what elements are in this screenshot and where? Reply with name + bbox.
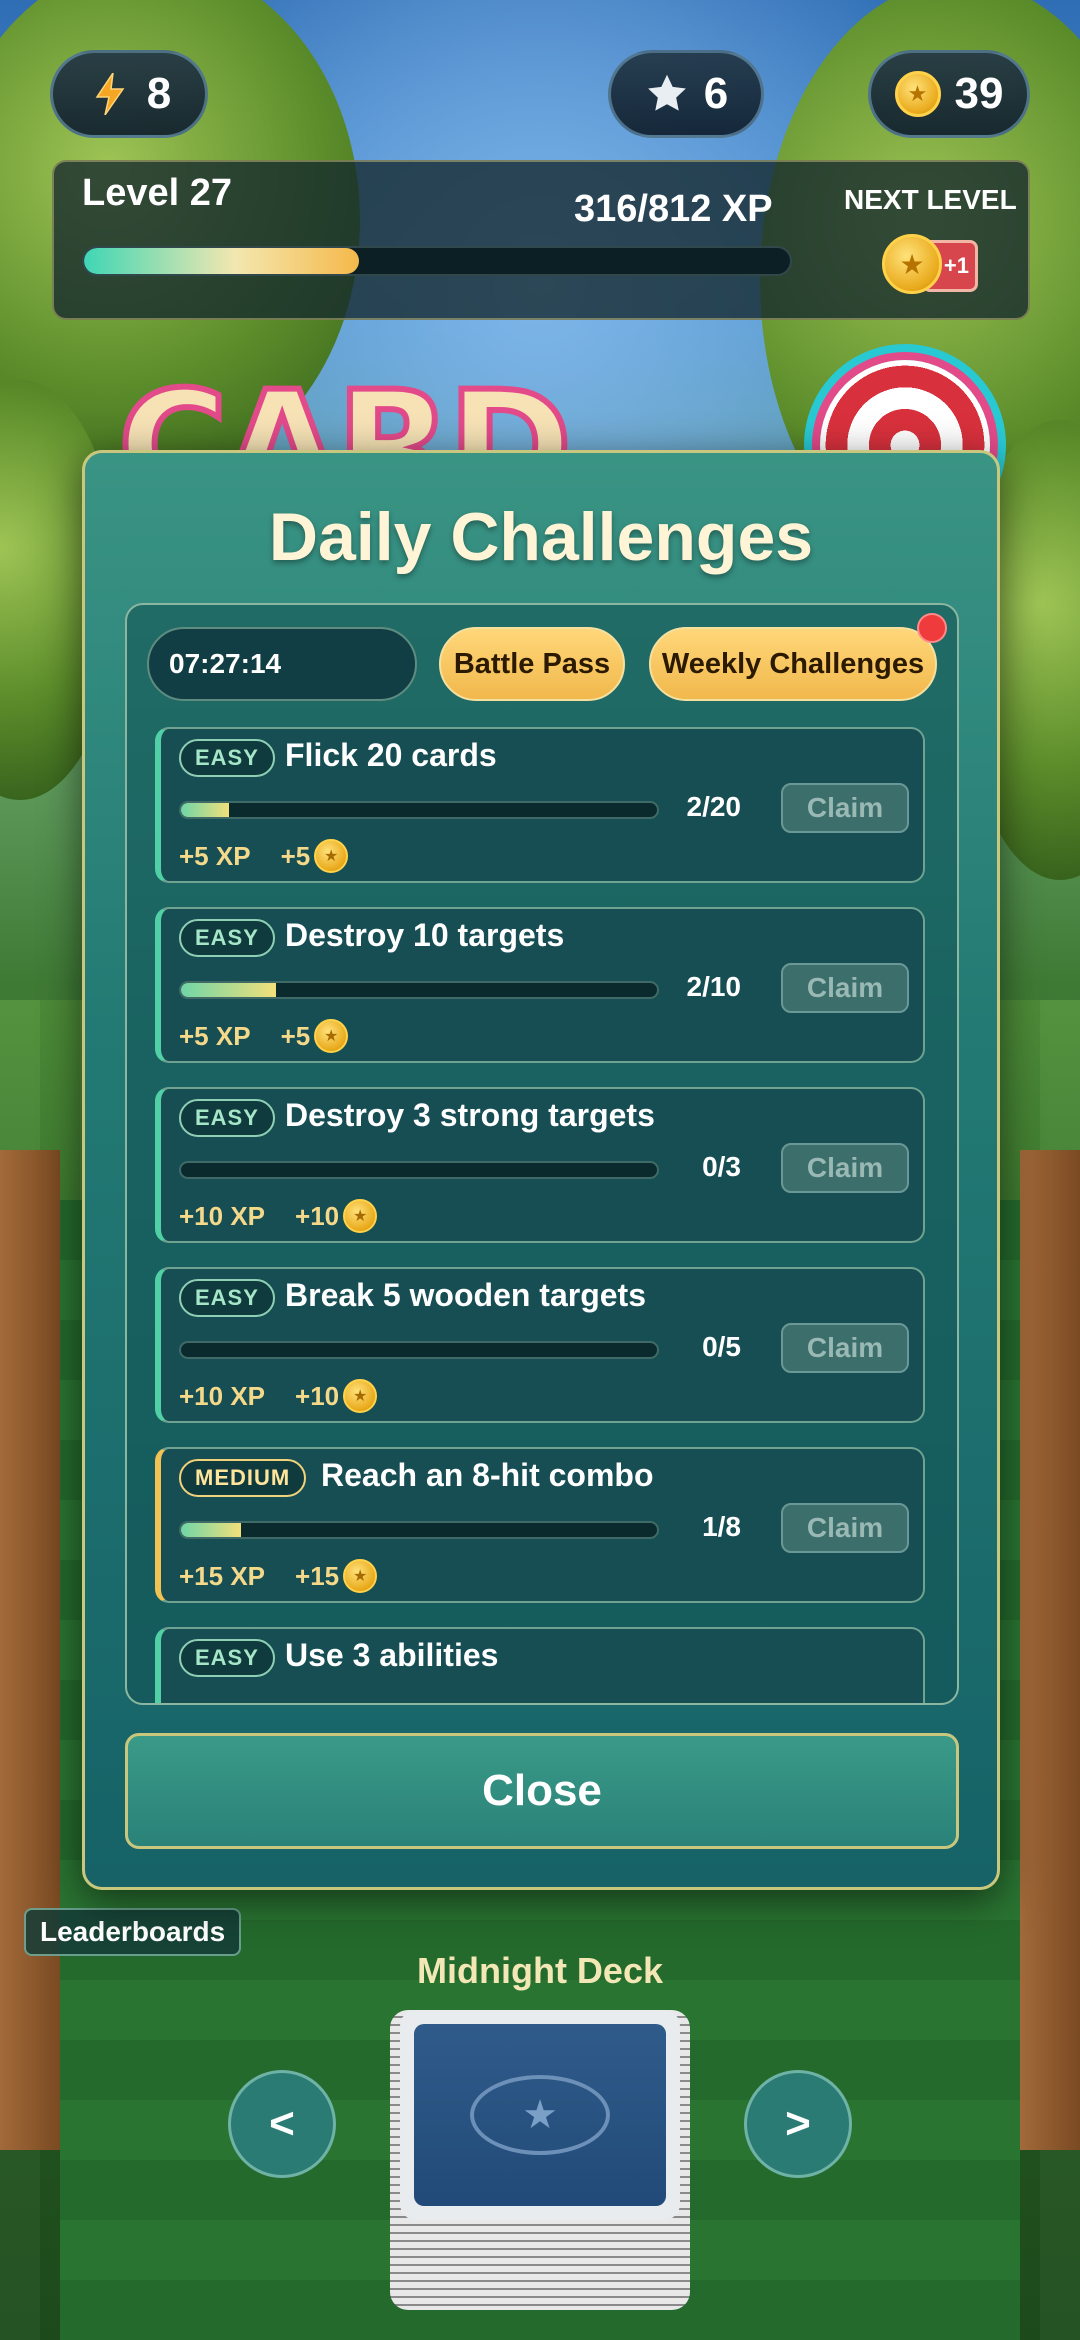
xp-reward: +10 XP <box>179 1380 266 1411</box>
coin-icon: ★ <box>343 1379 378 1413</box>
reward-coin-icon: ★ <box>882 234 942 294</box>
challenge-reward: +10 XP +10 ★ <box>179 1199 378 1233</box>
coin-icon: ★ <box>314 1019 349 1053</box>
difficulty-badge: MEDIUM <box>179 1459 307 1497</box>
coins-counter[interactable]: ★ 39 <box>868 50 1030 138</box>
challenge-progress-bar <box>179 1521 659 1539</box>
xp-reward: +5 XP <box>179 1020 251 1051</box>
challenge-title: Break 5 wooden targets <box>285 1277 646 1313</box>
challenge-progress-count: 0/3 <box>702 1151 741 1182</box>
challenge-title: Reach an 8-hit combo <box>321 1457 654 1493</box>
xp-progress-bar <box>82 246 792 276</box>
prev-deck-button[interactable]: < <box>228 2070 336 2178</box>
challenge-item: EASY Destroy 10 targets 2/10 Claim +5 XP +5 ★ <box>155 907 925 1063</box>
challenge-progress-bar <box>179 1341 659 1359</box>
challenge-progress-fill <box>181 983 277 997</box>
deck-star-icon: ★ <box>470 2075 610 2155</box>
challenge-progress-count: 0/5 <box>702 1331 741 1362</box>
challenge-reward: +5 XP +5 ★ <box>179 839 349 873</box>
challenge-progress-bar <box>179 1161 659 1179</box>
challenge-progress-fill <box>181 1523 241 1537</box>
challenge-reward: +15 XP +15 ★ <box>179 1559 378 1593</box>
stars-value: 6 <box>703 69 729 118</box>
star-icon <box>644 71 690 117</box>
coins-value: 39 <box>954 69 1004 118</box>
challenge-title: Destroy 10 targets <box>285 917 565 953</box>
tab-battle-pass[interactable]: Battle Pass <box>439 627 625 701</box>
close-button[interactable]: Close <box>125 1733 959 1849</box>
challenge-progress-count: 2/20 <box>686 791 742 822</box>
challenge-list[interactable]: EASY Flick 20 cards 2/20 Claim +5 XP +5 ★ EASY D… <box>155 727 925 1703</box>
xp-reward: +15 XP <box>179 1560 266 1591</box>
daily-challenges-modal: Daily Challenges 07:27:14 Battle Pass We… <box>82 450 1000 1890</box>
difficulty-badge: EASY <box>179 919 275 957</box>
challenge-reward: +10 XP +10 ★ <box>179 1379 378 1413</box>
level-progress-card: Level 27 316/812 XP NEXT LEVEL +1 ★ <box>52 160 1030 320</box>
challenge-item: EASY Break 5 wooden targets 0/5 Claim +10 XP… <box>155 1267 925 1423</box>
challenge-title: Use 3 abilities <box>285 1637 499 1673</box>
difficulty-badge: EASY <box>179 1639 275 1677</box>
coin-reward: +5 <box>280 840 311 871</box>
coin-reward: +15 <box>295 1560 340 1591</box>
coin-icon: ★ <box>343 1199 378 1233</box>
notification-dot <box>917 613 947 643</box>
difficulty-badge: EASY <box>179 1099 275 1137</box>
coin-icon: ★ <box>894 71 941 117</box>
next-deck-button[interactable]: > <box>744 2070 852 2178</box>
challenges-panel: 07:27:14 Battle Pass Weekly Challenges E… <box>125 603 959 1705</box>
coin-icon: ★ <box>314 839 349 873</box>
challenge-progress-bar <box>179 981 659 999</box>
xp-reward: +5 XP <box>179 840 251 871</box>
deck-name: Midnight Deck <box>416 1950 663 1991</box>
challenge-progress-count: 1/8 <box>702 1511 741 1542</box>
stars-counter[interactable]: 6 <box>608 50 764 138</box>
coin-reward: +10 <box>295 1200 340 1231</box>
claim-button[interactable]: Claim <box>781 963 909 1013</box>
challenge-progress-count: 2/10 <box>686 971 742 1002</box>
claim-button[interactable]: Claim <box>781 1323 909 1373</box>
level-title: Level 27 <box>82 172 232 214</box>
challenge-reward: +5 XP +5 ★ <box>179 1019 349 1053</box>
modal-title: Daily Challenges <box>268 499 814 575</box>
coin-reward: +5 <box>280 1020 311 1051</box>
challenge-title: Destroy 3 strong targets <box>285 1097 655 1133</box>
xp-text: 316/812 XP <box>574 188 773 230</box>
coin-icon: ★ <box>343 1559 378 1593</box>
claim-button[interactable]: Claim <box>781 1503 909 1553</box>
xp-reward: +10 XP <box>179 1200 266 1231</box>
challenge-progress-fill <box>181 803 229 817</box>
claim-button[interactable]: Claim <box>781 783 909 833</box>
challenge-item: MEDIUM Reach an 8-hit combo 1/8 Claim +15 XP… <box>155 1447 925 1603</box>
reset-timer: 07:27:14 <box>147 627 417 701</box>
difficulty-badge: EASY <box>179 1279 275 1317</box>
card-deck[interactable]: ★ <box>390 2010 690 2310</box>
tab-weekly-challenges[interactable]: Weekly Challenges <box>649 627 937 701</box>
leaderboards-button[interactable]: Leaderboards <box>24 1908 242 1956</box>
challenge-title: Flick 20 cards <box>285 737 497 773</box>
energy-counter[interactable]: 8 <box>50 50 208 138</box>
challenge-progress-bar <box>179 801 659 819</box>
coin-reward: +10 <box>295 1380 340 1411</box>
challenge-item: EASY Destroy 3 strong targets 0/3 Claim +10 … <box>155 1087 925 1243</box>
energy-value: 8 <box>146 69 172 118</box>
lightning-icon <box>87 71 133 117</box>
challenge-item: EASY Use 3 abilities <box>155 1627 925 1703</box>
next-level-label: NEXT LEVEL <box>844 184 1017 215</box>
challenge-item: EASY Flick 20 cards 2/20 Claim +5 XP +5 ★ <box>155 727 925 883</box>
difficulty-badge: EASY <box>179 739 275 777</box>
xp-progress-fill <box>84 248 359 274</box>
claim-button[interactable]: Claim <box>781 1143 909 1193</box>
